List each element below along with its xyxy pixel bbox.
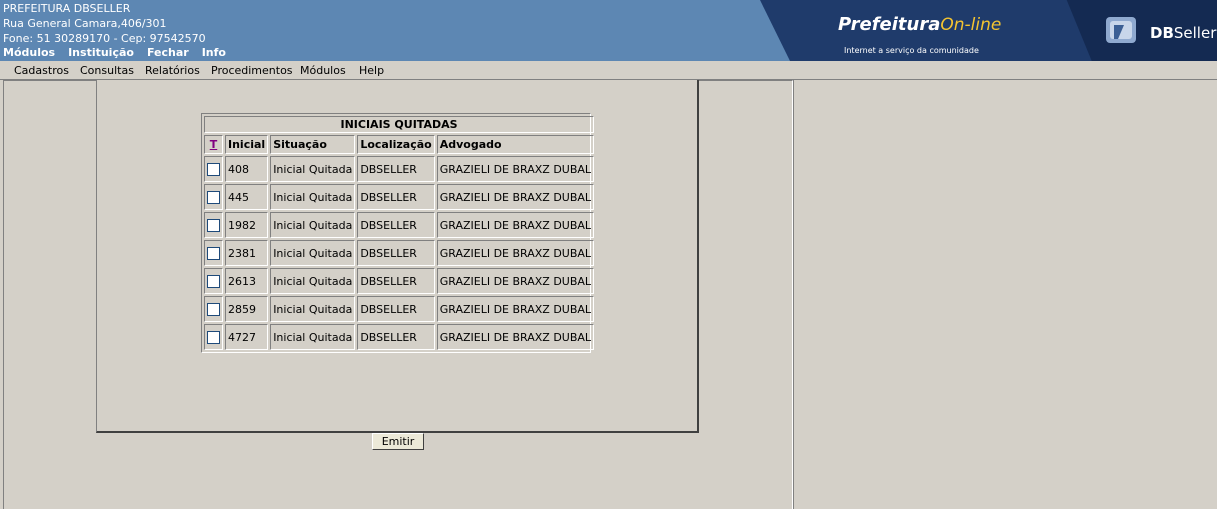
cell-inicial: 2381 — [225, 240, 269, 266]
cell-advogado: GRAZIELI DE BRAXZ DUBAL — [436, 296, 595, 322]
header-localizacao: Localização — [357, 135, 435, 154]
header-advogado: Advogado — [436, 135, 595, 154]
row-checkbox[interactable] — [207, 218, 220, 232]
toggle-all-link[interactable]: T — [210, 138, 218, 151]
top-nav: Módulos Instituição Fechar Info — [3, 46, 239, 59]
table-row: 1982 Inicial Quitada DBSELLER GRAZIELI D… — [204, 212, 595, 238]
row-checkbox[interactable] — [207, 302, 220, 316]
row-checkbox[interactable] — [207, 190, 220, 204]
iniciais-table: INICIAIS QUITADAS T Inicial Situação Loc… — [201, 113, 595, 353]
cell-advogado: GRAZIELI DE BRAXZ DUBAL — [436, 268, 595, 294]
cell-situacao: Inicial Quitada — [270, 268, 356, 294]
table-row: 4727 Inicial Quitada DBSELLER GRAZIELI D… — [204, 324, 595, 350]
cell-inicial: 4727 — [225, 324, 269, 350]
table-title: INICIAIS QUITADAS — [204, 116, 595, 133]
menu-cadastros[interactable]: Cadastros — [14, 64, 69, 77]
cell-advogado: GRAZIELI DE BRAXZ DUBAL — [436, 240, 595, 266]
cell-advogado: GRAZIELI DE BRAXZ DUBAL — [436, 212, 595, 238]
dbseller-brand: DBSeller — [1150, 24, 1217, 42]
logo-tagline: Internet a serviço da comunidade — [844, 46, 979, 55]
cell-advogado: GRAZIELI DE BRAXZ DUBAL — [436, 156, 595, 182]
nav-fechar[interactable]: Fechar — [147, 46, 189, 59]
row-checkbox[interactable] — [207, 162, 220, 176]
cell-situacao: Inicial Quitada — [270, 324, 356, 350]
table-row: 445 Inicial Quitada DBSELLER GRAZIELI DE… — [204, 184, 595, 210]
cell-localizacao: DBSELLER — [357, 212, 435, 238]
cell-localizacao: DBSELLER — [357, 184, 435, 210]
cell-inicial: 2613 — [225, 268, 269, 294]
panel-divider — [793, 80, 794, 509]
cell-situacao: Inicial Quitada — [270, 240, 356, 266]
cell-advogado: GRAZIELI DE BRAXZ DUBAL — [436, 184, 595, 210]
cell-inicial: 1982 — [225, 212, 269, 238]
row-checkbox[interactable] — [207, 330, 220, 344]
dbseller-logo-icon — [1106, 17, 1136, 43]
menu-procedimentos[interactable]: Procedimentos — [211, 64, 293, 77]
nav-modulos[interactable]: Módulos — [3, 46, 55, 59]
menu-modulos[interactable]: Módulos — [300, 64, 346, 77]
menu-relatorios[interactable]: Relatórios — [145, 64, 200, 77]
cell-inicial: 2859 — [225, 296, 269, 322]
header-situacao: Situação — [270, 135, 356, 154]
nav-info[interactable]: Info — [202, 46, 226, 59]
row-checkbox[interactable] — [207, 274, 220, 288]
cell-localizacao: DBSELLER — [357, 324, 435, 350]
cell-situacao: Inicial Quitada — [270, 212, 356, 238]
table-row: 408 Inicial Quitada DBSELLER GRAZIELI DE… — [204, 156, 595, 182]
nav-instituicao[interactable]: Instituição — [68, 46, 134, 59]
emitir-button[interactable]: Emitir — [372, 433, 424, 450]
row-checkbox[interactable] — [207, 246, 220, 260]
table-row: 2613 Inicial Quitada DBSELLER GRAZIELI D… — [204, 268, 595, 294]
table-row: 2381 Inicial Quitada DBSELLER GRAZIELI D… — [204, 240, 595, 266]
cell-localizacao: DBSELLER — [357, 296, 435, 322]
cell-inicial: 408 — [225, 156, 269, 182]
institution-contact: Fone: 51 30289170 - Cep: 97542570 — [3, 32, 206, 45]
menu-consultas[interactable]: Consultas — [80, 64, 134, 77]
institution-name: PREFEITURA DBSELLER — [3, 2, 131, 15]
cell-inicial: 445 — [225, 184, 269, 210]
cell-situacao: Inicial Quitada — [270, 296, 356, 322]
cell-localizacao: DBSELLER — [357, 268, 435, 294]
prefeitura-online-logo: PrefeituraOn-line — [838, 14, 1002, 35]
header-inicial: Inicial — [225, 135, 269, 154]
cell-advogado: GRAZIELI DE BRAXZ DUBAL — [436, 324, 595, 350]
institution-address: Rua General Camara,406/301 — [3, 17, 167, 30]
menu-help[interactable]: Help — [359, 64, 384, 77]
table-row: 2859 Inicial Quitada DBSELLER GRAZIELI D… — [204, 296, 595, 322]
header-banner: PrefeituraOn-line Internet a serviço da … — [760, 0, 1217, 61]
menu-bar: Cadastros Consultas Relatórios Procedime… — [0, 61, 1217, 80]
app-header: PREFEITURA DBSELLER Rua General Camara,4… — [0, 0, 1217, 61]
cell-situacao: Inicial Quitada — [270, 184, 356, 210]
cell-situacao: Inicial Quitada — [270, 156, 356, 182]
cell-localizacao: DBSELLER — [357, 156, 435, 182]
cell-localizacao: DBSELLER — [357, 240, 435, 266]
